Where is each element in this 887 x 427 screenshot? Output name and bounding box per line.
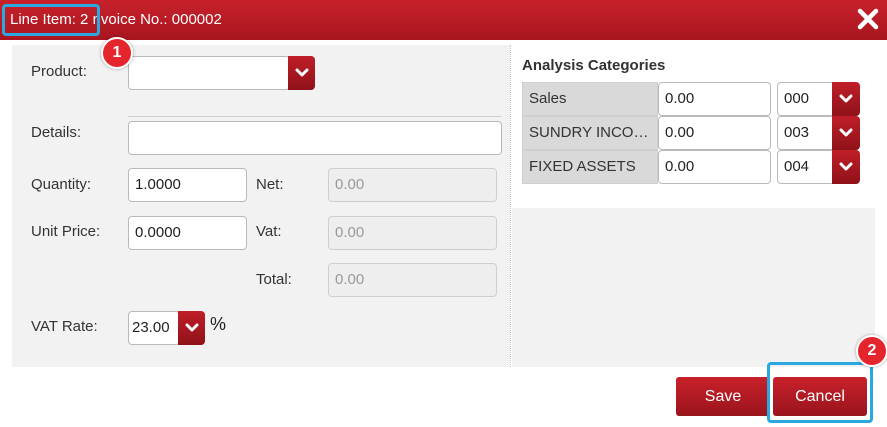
category-name: SUNDRY INCOME [522, 116, 658, 150]
analysis-row: SUNDRY INCOME 0.00 003 [522, 116, 862, 150]
chevron-down-icon [839, 128, 853, 137]
analysis-row: FIXED ASSETS 0.00 004 [522, 150, 862, 184]
close-icon[interactable] [857, 8, 879, 30]
vat-field: 0.00 [328, 216, 497, 250]
category-code-select[interactable]: 000 [777, 82, 835, 116]
line-item-highlight [2, 4, 100, 36]
category-name: FIXED ASSETS [522, 150, 658, 184]
chevron-down-icon [839, 162, 853, 171]
chevron-down-icon [185, 323, 198, 332]
vat-label: Vat: [256, 223, 282, 240]
net-label: Net: [256, 176, 284, 193]
net-field: 0.00 [328, 168, 497, 202]
step-badge-1: 1 [101, 37, 133, 69]
category-amount-input[interactable]: 0.00 [658, 82, 771, 116]
category-amount-input[interactable]: 0.00 [658, 150, 771, 184]
analysis-categories-title: Analysis Categories [522, 57, 666, 74]
chevron-down-icon [839, 94, 853, 103]
category-code-select[interactable]: 004 [777, 150, 835, 184]
unit-price-input[interactable]: 0.0000 [128, 216, 247, 250]
total-field: 0.00 [328, 263, 497, 297]
product-divider [128, 116, 502, 117]
details-input[interactable] [128, 121, 502, 155]
product-dropdown-button[interactable] [288, 56, 315, 90]
vat-rate-dropdown-button[interactable] [178, 311, 205, 345]
category-code-dropdown-button[interactable] [832, 116, 860, 150]
invoice-number-label: nvoice No.: 000002 [92, 11, 222, 28]
details-label: Details: [31, 124, 82, 141]
percent-sign: % [210, 314, 227, 334]
save-button[interactable]: Save [676, 377, 770, 416]
cancel-highlight [767, 362, 873, 423]
category-code-dropdown-button[interactable] [832, 82, 860, 116]
dialog-titlebar: Line Item: 2 nvoice No.: 000002 [0, 0, 887, 40]
chevron-down-icon [295, 68, 308, 77]
category-code-dropdown-button[interactable] [832, 150, 860, 184]
panel-divider [510, 45, 511, 367]
step-badge-2: 2 [856, 335, 887, 367]
vat-rate-select[interactable]: 23.00 [128, 311, 180, 345]
quantity-input[interactable]: 1.0000 [128, 168, 247, 202]
product-label: Product: [31, 63, 87, 80]
unit-price-label: Unit Price: [31, 223, 101, 240]
quantity-label: Quantity: [31, 176, 92, 193]
total-label: Total: [256, 271, 292, 288]
category-code-select[interactable]: 003 [777, 116, 835, 150]
product-select[interactable] [128, 56, 290, 90]
vat-rate-label: VAT Rate: [31, 318, 98, 335]
category-name: Sales [522, 82, 658, 116]
analysis-row: Sales 0.00 000 [522, 82, 862, 116]
category-amount-input[interactable]: 0.00 [658, 116, 771, 150]
